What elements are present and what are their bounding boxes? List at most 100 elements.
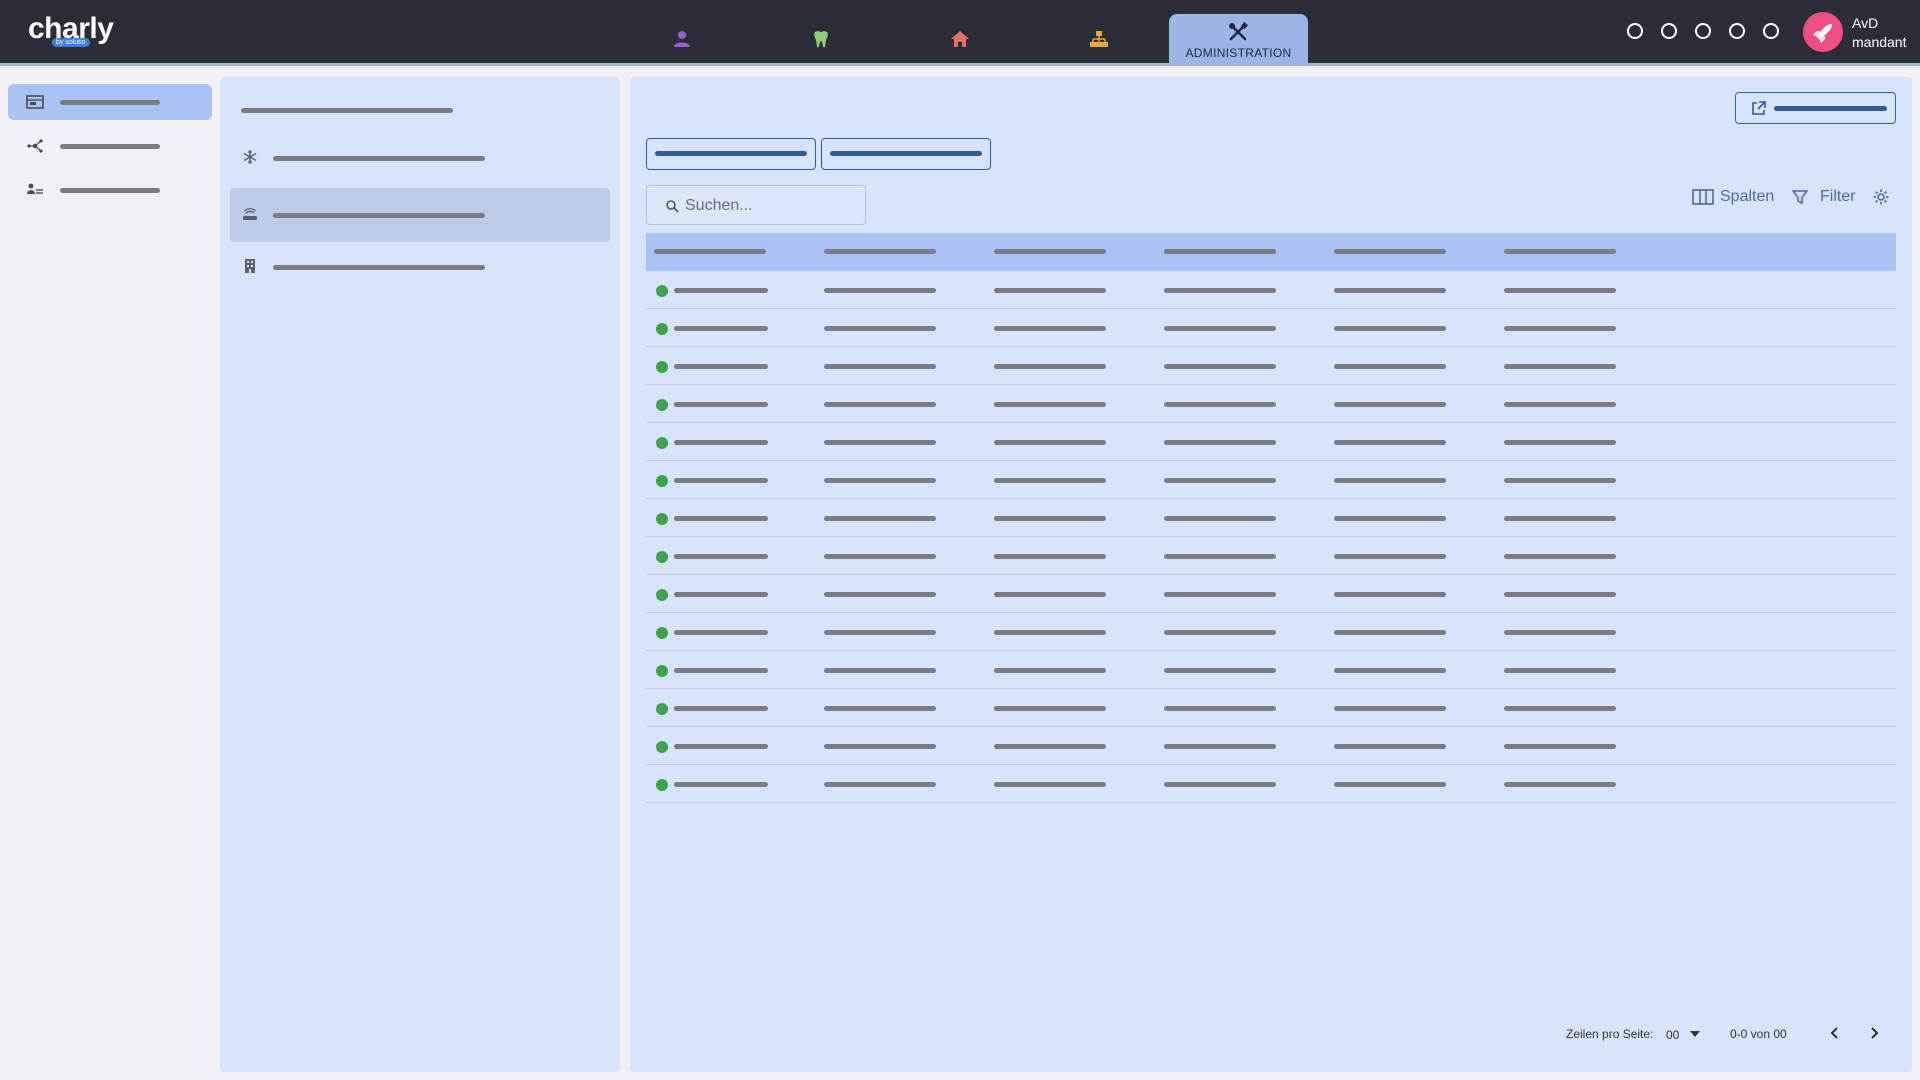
previous-page-button[interactable]: [1824, 1022, 1846, 1044]
table-row[interactable]: [646, 651, 1896, 689]
house-icon: [951, 31, 969, 47]
table-cell: [994, 478, 1106, 483]
table-cell: [1504, 554, 1616, 559]
columns-icon: [1692, 189, 1714, 205]
table-row[interactable]: [646, 537, 1896, 575]
status-circle-1[interactable]: [1627, 23, 1643, 39]
mid-item-2[interactable]: [230, 188, 610, 242]
column-header-1[interactable]: [654, 249, 766, 254]
mid-item-3[interactable]: [230, 240, 610, 294]
status-dot: [656, 285, 668, 297]
snowflake-icon: [243, 150, 257, 164]
status-circle-2[interactable]: [1661, 23, 1677, 39]
table-cell: [1334, 668, 1446, 673]
leftnav-item-3-label: [60, 188, 160, 193]
table-cell: [824, 706, 936, 711]
action-button-2[interactable]: [821, 138, 991, 170]
filter-button[interactable]: Filter: [1792, 185, 1862, 209]
open-external-button[interactable]: [1735, 92, 1896, 124]
column-header-3[interactable]: [994, 249, 1106, 254]
table-cell: [674, 326, 768, 331]
table-cell: [1164, 288, 1276, 293]
mid-item-1[interactable]: [230, 131, 610, 185]
table-cell: [674, 440, 768, 445]
nav-home-button[interactable]: [949, 28, 971, 50]
table-row[interactable]: [646, 613, 1896, 651]
user-name-line1: AvD: [1852, 15, 1879, 31]
search-input[interactable]: Suchen...: [646, 185, 866, 225]
chevron-right-icon: [1871, 1027, 1879, 1039]
column-header-2[interactable]: [824, 249, 936, 254]
table-row[interactable]: [646, 347, 1896, 385]
table-cell: [994, 668, 1106, 673]
leftnav-item-3[interactable]: [8, 172, 212, 208]
column-header-5[interactable]: [1334, 249, 1446, 254]
table-cell: [1334, 326, 1446, 331]
router-icon: [243, 208, 257, 220]
table-cell: [674, 782, 768, 787]
table-cell: [824, 516, 936, 521]
user-info[interactable]: AvD mandant: [1852, 14, 1906, 52]
table-row[interactable]: [646, 499, 1896, 537]
table-cell: [1504, 744, 1616, 749]
action-button-1[interactable]: [646, 138, 816, 170]
action-button-1-label: [655, 151, 807, 156]
table-cell: [824, 592, 936, 597]
tab-administration[interactable]: ADMINISTRATION: [1169, 14, 1308, 66]
leftnav-item-2[interactable]: [8, 128, 212, 164]
table-row[interactable]: [646, 765, 1896, 803]
status-circle-5[interactable]: [1763, 23, 1779, 39]
org-chart-icon: [1090, 31, 1108, 47]
nav-organization-button[interactable]: [1088, 28, 1110, 50]
window-icon: [26, 95, 44, 109]
leftnav-item-1[interactable]: [8, 84, 212, 120]
table-cell: [674, 364, 768, 369]
rocket-icon: [1813, 24, 1832, 43]
table-row[interactable]: [646, 689, 1896, 727]
table-cell: [1164, 402, 1276, 407]
table-cell: [994, 782, 1106, 787]
dropdown-arrow-icon: [1690, 1031, 1700, 1037]
nav-dental-button[interactable]: [810, 28, 832, 50]
table-row[interactable]: [646, 727, 1896, 765]
filter-icon: [1792, 190, 1808, 205]
table-cell: [674, 592, 768, 597]
table-cell: [1334, 516, 1446, 521]
status-dot: [656, 551, 668, 563]
table-row[interactable]: [646, 461, 1896, 499]
table-row[interactable]: [646, 575, 1896, 613]
next-page-button[interactable]: [1863, 1022, 1885, 1044]
rows-per-page-select[interactable]: 00: [1666, 1028, 1700, 1042]
table-cell: [994, 516, 1106, 521]
table-cell: [1164, 706, 1276, 711]
table-cell: [674, 478, 768, 483]
filter-label: Filter: [1820, 188, 1856, 205]
column-header-6[interactable]: [1504, 249, 1616, 254]
table-cell: [1504, 402, 1616, 407]
nav-patient-button[interactable]: [671, 28, 693, 50]
table-cell: [824, 288, 936, 293]
top-bar: charly by solutio ADMINISTRATION AvD man…: [0, 0, 1920, 66]
table-row[interactable]: [646, 385, 1896, 423]
table-row[interactable]: [646, 423, 1896, 461]
building-icon: [245, 259, 255, 273]
columns-button[interactable]: Spalten: [1692, 185, 1782, 209]
table-row[interactable]: [646, 309, 1896, 347]
middle-panel: [220, 77, 620, 1072]
table-cell: [1504, 326, 1616, 331]
avatar[interactable]: [1803, 12, 1843, 52]
table-cell: [674, 402, 768, 407]
settings-button[interactable]: [1872, 185, 1892, 209]
table-cell: [994, 592, 1106, 597]
column-header-4[interactable]: [1164, 249, 1276, 254]
logo-badge: by solutio: [52, 38, 90, 47]
table-cell: [1504, 592, 1616, 597]
status-dot: [656, 361, 668, 373]
status-circle-3[interactable]: [1695, 23, 1711, 39]
mid-item-2-label: [273, 213, 485, 218]
status-circle-4[interactable]: [1729, 23, 1745, 39]
table-cell: [1504, 288, 1616, 293]
table-cell: [1334, 288, 1446, 293]
table-row[interactable]: [646, 271, 1896, 309]
table-cell: [824, 554, 936, 559]
